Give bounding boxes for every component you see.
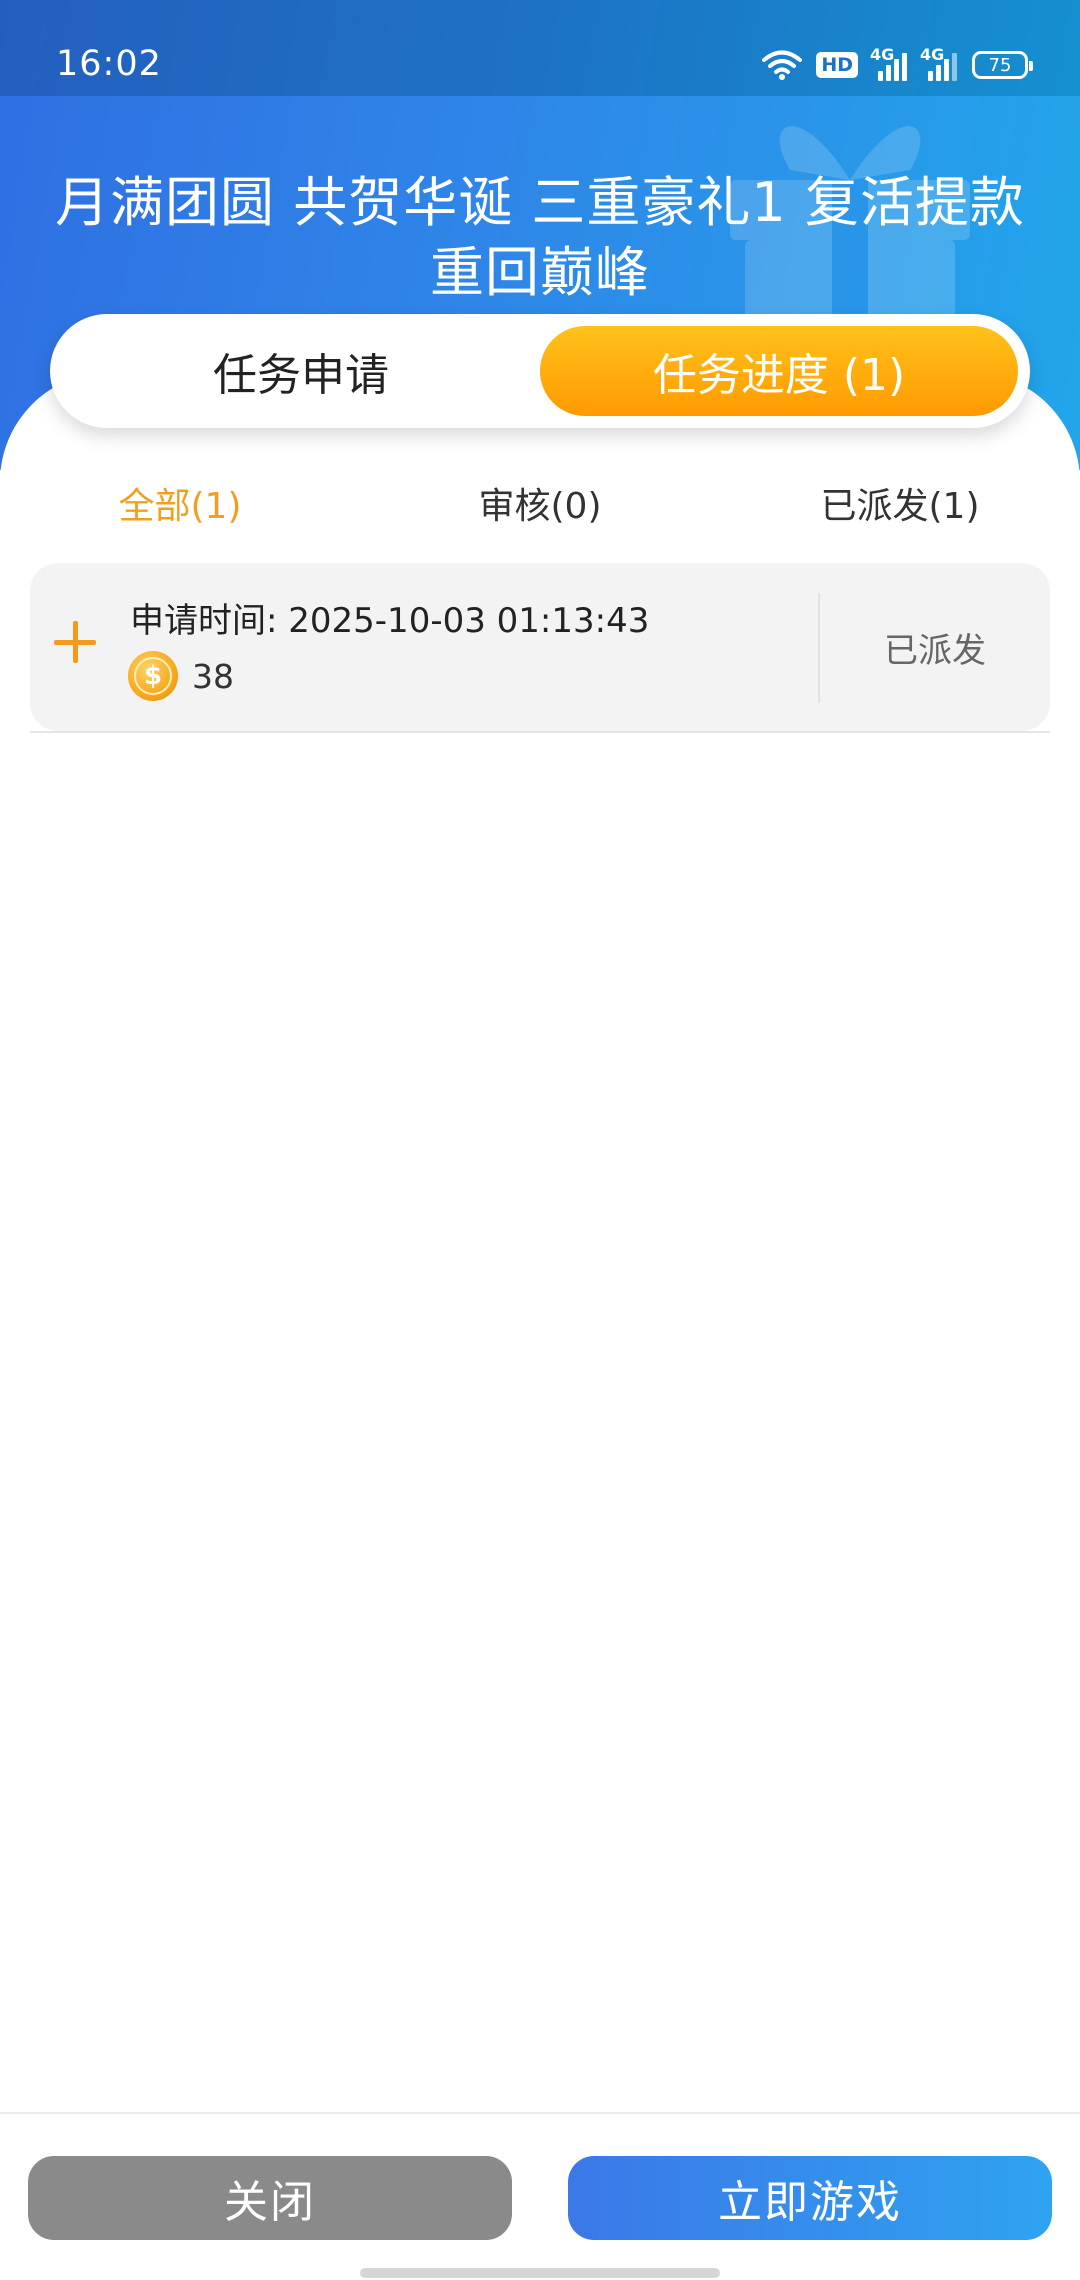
filter-tab-all[interactable]: 全部(1): [0, 477, 360, 529]
status-badge: 已派发: [884, 630, 986, 671]
battery-level: 75: [988, 54, 1012, 76]
signal-4g-icon: 4G: [870, 45, 908, 81]
hd-voice-icon: HD: [816, 52, 858, 78]
status-icons: HD 4G 4G 75: [762, 45, 1033, 84]
close-button[interactable]: 关闭: [28, 2156, 512, 2240]
tab-task-progress-label: 任务进度 (1): [652, 350, 906, 401]
plus-icon[interactable]: [54, 621, 96, 663]
event-title: 月满团圆 共贺华诞 三重豪礼1 复活提款重回巅峰: [55, 171, 1025, 304]
coin-icon: $: [128, 651, 178, 701]
divider: [30, 731, 1050, 733]
tab-task-apply[interactable]: 任务申请: [62, 326, 540, 416]
status-filter-tabs: 全部(1) 审核(0) 已派发(1): [0, 470, 1080, 536]
tab-task-progress[interactable]: 任务进度 (1): [540, 326, 1018, 416]
home-indicator[interactable]: [360, 2268, 720, 2278]
battery-icon: 75: [972, 51, 1033, 79]
main-tab-switcher: 任务申请 任务进度 (1): [50, 314, 1030, 428]
tab-task-apply-label: 任务申请: [213, 350, 389, 401]
filter-tab-review[interactable]: 审核(0): [360, 477, 720, 529]
wifi-icon: [762, 50, 803, 80]
divider: [0, 2112, 1080, 2114]
list-item[interactable]: 申请时间: 2025-10-03 01:13:43 $ 38 已派发: [30, 563, 1050, 731]
play-now-button[interactable]: 立即游戏: [568, 2156, 1052, 2240]
status-time: 16:02: [56, 44, 162, 84]
filter-tab-dispatched[interactable]: 已派发(1): [720, 477, 1080, 529]
apply-time: 申请时间: 2025-10-03 01:13:43: [130, 601, 650, 641]
reward-amount: 38: [192, 657, 234, 696]
signal-4g-icon: 4G: [920, 45, 958, 81]
